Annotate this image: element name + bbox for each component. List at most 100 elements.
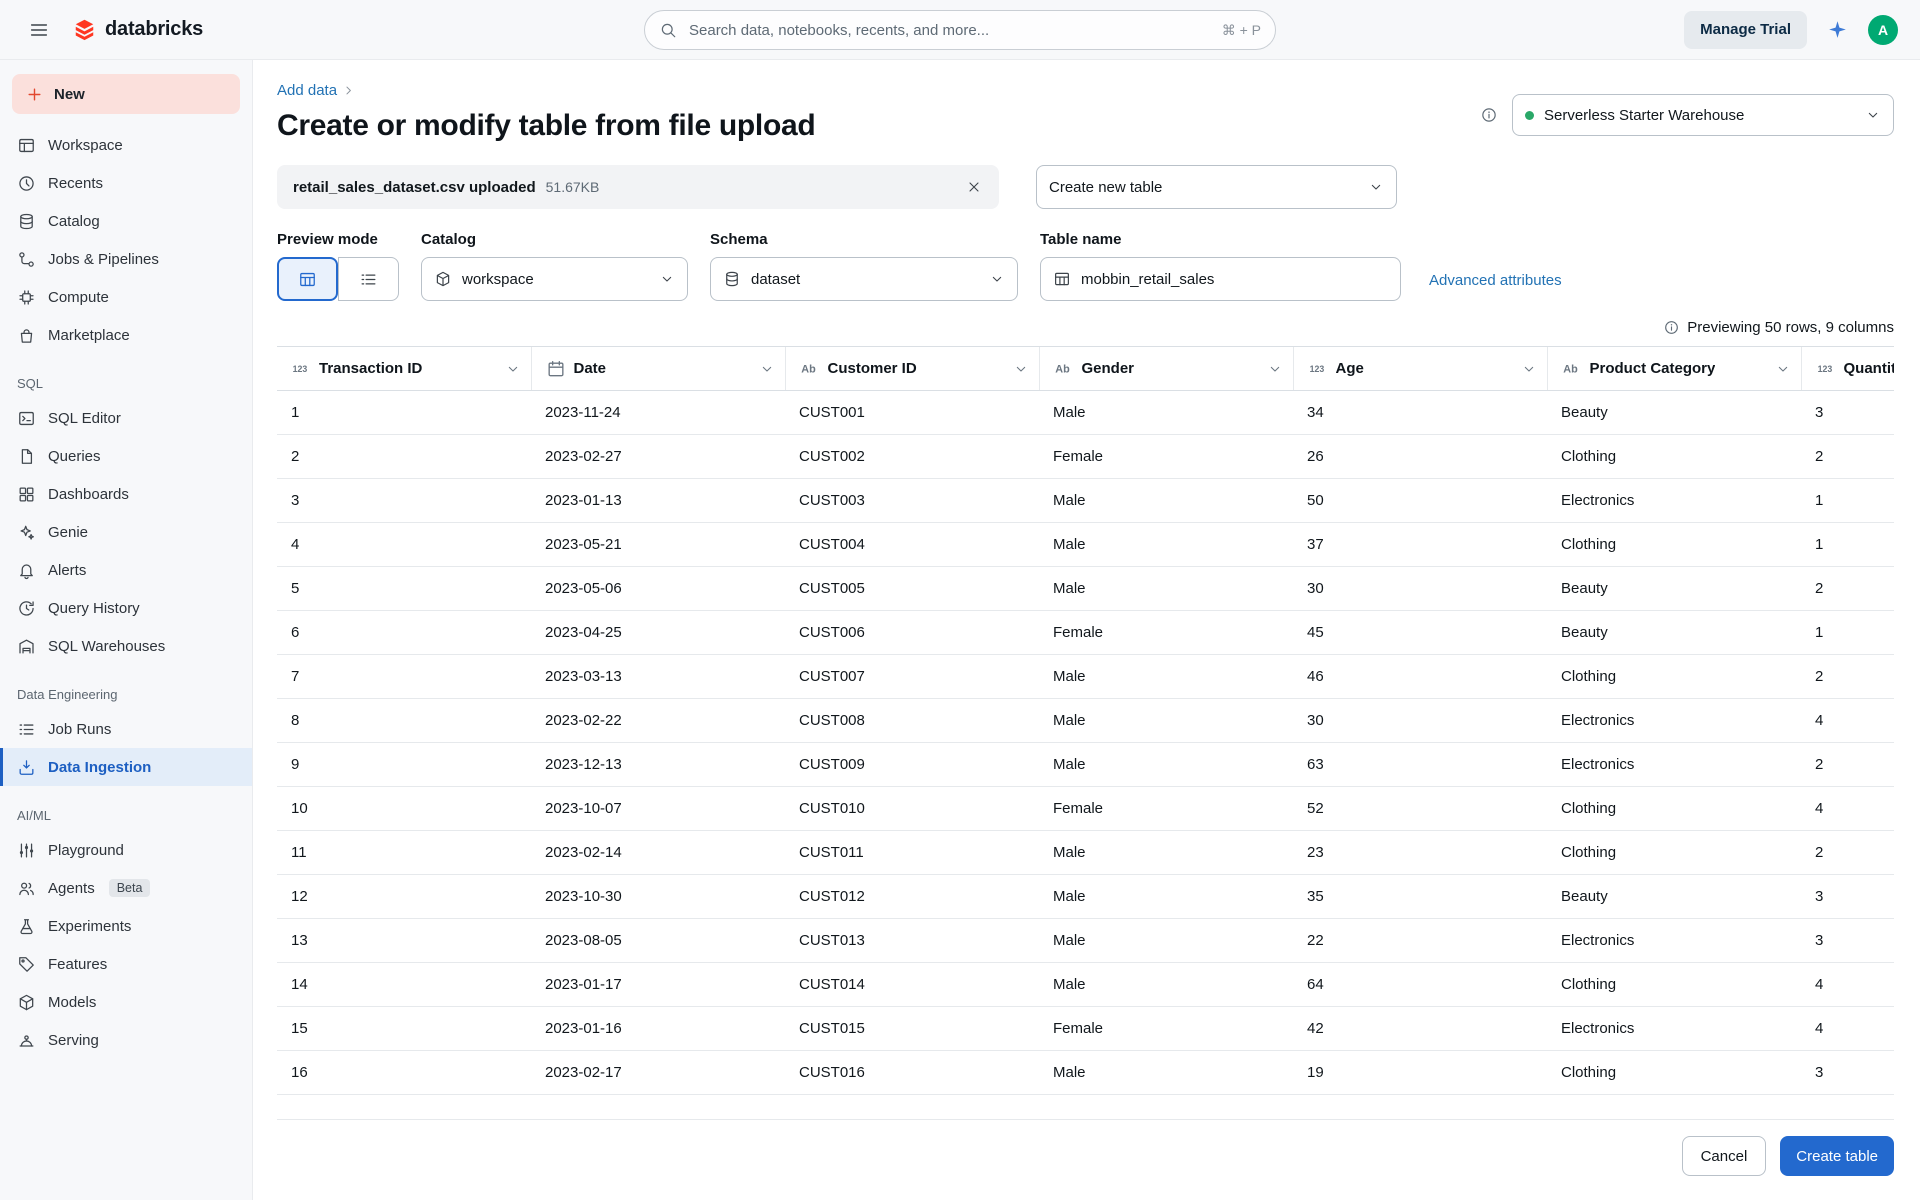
queries-icon (17, 447, 36, 466)
table-cell: Beauty (1547, 610, 1801, 655)
breadcrumb: Add data (277, 82, 815, 99)
sidebar-item-playground[interactable]: Playground (0, 831, 252, 869)
sidebar-item-query-history[interactable]: Query History (0, 589, 252, 627)
sidebar-item-dashboards[interactable]: Dashboards (0, 475, 252, 513)
create-table-button[interactable]: Create table (1780, 1136, 1894, 1176)
schema-select[interactable]: dataset (710, 257, 1018, 301)
table-cell: Electronics (1547, 478, 1801, 523)
table-row: 15 2023-01-16 CUST015 Female 42 Electronics 4 (277, 1006, 1894, 1051)
section-label-data-engineering: Data Engineering (17, 687, 118, 702)
column-menu-chevron-icon[interactable] (759, 361, 775, 377)
sidebar-item-label: Serving (48, 1031, 99, 1049)
column-header-product-category[interactable]: Ab Product Category (1546, 346, 1801, 391)
table-cell: 9 (277, 742, 531, 787)
table-cell: CUST002 (785, 434, 1039, 479)
sidebar-item-marketplace[interactable]: Marketplace (0, 316, 252, 354)
table-row: 6 2023-04-25 CUST006 Female 45 Beauty 1 (277, 610, 1894, 655)
column-header-quantity[interactable]: 123 Quantity (1800, 346, 1894, 391)
sidebar-item-label: Data Ingestion (48, 758, 152, 776)
table-row: 5 2023-05-06 CUST005 Male 30 Beauty 2 (277, 566, 1894, 611)
table-cell: CUST012 (785, 874, 1039, 919)
table-cell: Male (1039, 654, 1293, 699)
global-search[interactable]: ⌘ + P (644, 10, 1276, 50)
table-cell: CUST001 (785, 390, 1039, 435)
column-header-age[interactable]: 123 Age (1292, 346, 1547, 391)
preview-info: Previewing 50 rows, 9 columns (277, 319, 1894, 336)
table-cell: Male (1039, 830, 1293, 875)
table-row: 11 2023-02-14 CUST011 Male 23 Clothing 2 (277, 830, 1894, 875)
sidebar-item-label: SQL Warehouses (48, 637, 166, 655)
new-button[interactable]: New (12, 74, 240, 114)
sidebar-item-agents[interactable]: Agents Beta (0, 869, 252, 907)
sidebar-item-sql-editor[interactable]: SQL Editor (0, 399, 252, 437)
manage-trial-button[interactable]: Manage Trial (1684, 10, 1807, 49)
table-cell: 2023-11-24 (531, 390, 785, 435)
sidebar-item-data-ingestion[interactable]: Data Ingestion (0, 748, 252, 786)
svg-text:Ab: Ab (801, 363, 816, 375)
table-cell: CUST010 (785, 786, 1039, 831)
cancel-button[interactable]: Cancel (1681, 1136, 1767, 1176)
sidebar-item-label: Recents (48, 174, 104, 192)
sidebar-item-queries[interactable]: Queries (0, 437, 252, 475)
table-cell: 16 (277, 1050, 531, 1095)
table-name-input[interactable]: mobbin_retail_sales (1040, 257, 1401, 301)
databricks-logo[interactable]: databricks (72, 17, 203, 42)
table-cell: 7 (277, 654, 531, 699)
advanced-attributes-link[interactable]: Advanced attributes (1429, 272, 1562, 289)
preview-list-button[interactable] (338, 257, 399, 301)
column-menu-chevron-icon[interactable] (1013, 361, 1029, 377)
sidebar-item-experiments[interactable]: Experiments (0, 907, 252, 945)
table-name-value: mobbin_retail_sales (1081, 270, 1215, 288)
sidebar-item-recents[interactable]: Recents (0, 164, 252, 202)
breadcrumb-add-data-link[interactable]: Add data (277, 82, 337, 99)
sidebar-item-catalog[interactable]: Catalog (0, 202, 252, 240)
search-input[interactable] (687, 20, 1212, 40)
column-menu-chevron-icon[interactable] (1521, 361, 1537, 377)
table-row: 13 2023-08-05 CUST013 Male 22 Electronics 3 (277, 918, 1894, 963)
marketplace-icon (17, 326, 36, 345)
section-label-ai-ml: AI/ML (17, 808, 51, 823)
sidebar-toggle-button[interactable] (24, 15, 54, 45)
column-header-transaction-id[interactable]: 123 Transaction ID (277, 346, 531, 391)
sidebar-item-features[interactable]: Features (0, 945, 252, 983)
sidebar-item-sql-warehouses[interactable]: SQL Warehouses (0, 627, 252, 665)
column-menu-chevron-icon[interactable] (1775, 361, 1791, 377)
preview-grid-button[interactable] (277, 257, 338, 301)
table-cell: 23 (1293, 830, 1547, 875)
sidebar-item-job-runs[interactable]: Job Runs (0, 710, 252, 748)
column-menu-chevron-icon[interactable] (1267, 361, 1283, 377)
column-menu-chevron-icon[interactable] (505, 361, 521, 377)
sidebar-item-alerts[interactable]: Alerts (0, 551, 252, 589)
assistant-button[interactable] (1825, 17, 1850, 42)
table-cell: Male (1039, 962, 1293, 1007)
sidebar-item-models[interactable]: Models (0, 983, 252, 1021)
warehouse-info-icon[interactable] (1480, 106, 1498, 124)
table-cell: 2023-01-17 (531, 962, 785, 1007)
table-cell: Clothing (1547, 962, 1801, 1007)
catalog-select[interactable]: workspace (421, 257, 688, 301)
table-cell: 3 (1801, 1050, 1894, 1095)
sidebar-item-genie[interactable]: Genie (0, 513, 252, 551)
sidebar-item-workspace[interactable]: Workspace (0, 126, 252, 164)
table-cell: Female (1039, 1006, 1293, 1051)
sidebar-item-label: Experiments (48, 917, 132, 935)
plus-icon (26, 86, 43, 103)
sidebar-item-jobs-pipelines[interactable]: Jobs & Pipelines (0, 240, 252, 278)
column-header-gender[interactable]: Ab Gender (1038, 346, 1293, 391)
column-header-label: Product Category (1589, 360, 1716, 377)
table-cell: CUST013 (785, 918, 1039, 963)
table-cell: 1 (1801, 478, 1894, 523)
sidebar-item-label: Compute (48, 288, 109, 306)
remove-file-button[interactable] (959, 172, 989, 202)
sidebar-item-compute[interactable]: Compute (0, 278, 252, 316)
sidebar-item-serving[interactable]: Serving (0, 1021, 252, 1059)
table-mode-select[interactable]: Create new table (1036, 165, 1397, 209)
svg-text:Ab: Ab (1563, 363, 1578, 375)
avatar[interactable]: A (1868, 14, 1898, 45)
column-header-customer-id[interactable]: Ab Customer ID (784, 346, 1039, 391)
table-cell: 22 (1293, 918, 1547, 963)
table-cell: CUST004 (785, 522, 1039, 567)
sidebar-item-label: Models (48, 993, 97, 1011)
column-header-date[interactable]: Date (530, 346, 785, 391)
warehouse-select[interactable]: Serverless Starter Warehouse (1512, 94, 1894, 136)
